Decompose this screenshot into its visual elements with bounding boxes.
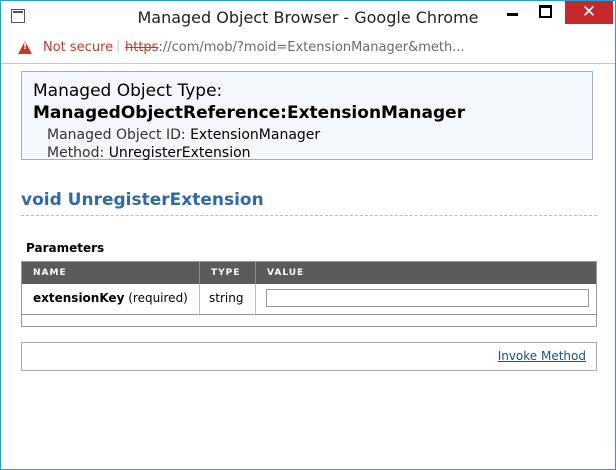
column-header-value: VALUE (267, 268, 305, 278)
cell-divider (199, 284, 200, 315)
param-qualifier: (required) (128, 291, 188, 305)
maximize-button[interactable] (529, 1, 561, 24)
invoke-method-link[interactable]: Invoke Method (498, 349, 586, 363)
security-indicator[interactable]: Not secure (43, 40, 113, 55)
mo-id-line: Managed Object ID: ExtensionManager (47, 127, 320, 143)
column-header-name: NAME (33, 268, 67, 278)
mo-method-label: Method: (47, 145, 105, 161)
close-button[interactable]: ✕ (565, 1, 613, 24)
column-header-type: TYPE (211, 268, 241, 278)
divider (21, 215, 597, 216)
address-bar[interactable]: Not secure | https://com/mob/?moid=Exten… (1, 33, 615, 64)
mo-id-label: Managed Object ID: (47, 127, 186, 143)
param-name: extensionKey (33, 291, 125, 305)
browser-window: Managed Object Browser - Google Chrome ✕… (0, 0, 616, 470)
page-content: Managed Object Type: ManagedObjectRefere… (1, 64, 615, 469)
table-header: NAME TYPE VALUE (22, 262, 596, 284)
minimize-button[interactable] (497, 1, 529, 24)
param-type: string (209, 291, 244, 305)
mo-type-label: Managed Object Type: (33, 81, 223, 101)
method-signature: void UnregisterExtension (21, 190, 264, 210)
parameters-heading: Parameters (26, 241, 105, 255)
cell-divider (255, 284, 256, 315)
address-separator: | (116, 39, 121, 54)
url-scheme: https (125, 40, 159, 55)
mo-id-value: ExtensionManager (190, 127, 321, 143)
title-bar: Managed Object Browser - Google Chrome ✕ (1, 1, 615, 33)
invoke-panel: Invoke Method (21, 342, 597, 371)
mo-method-line: Method: UnregisterExtension (47, 145, 251, 161)
managed-object-header: Managed Object Type: ManagedObjectRefere… (21, 71, 593, 161)
column-divider (255, 262, 256, 284)
mo-method-value: UnregisterExtension (108, 145, 251, 161)
param-name-cell: extensionKey (required) (33, 291, 188, 305)
window-title: Managed Object Browser - Google Chrome (137, 8, 479, 27)
parameters-table: NAME TYPE VALUE extensionKey (required) … (21, 261, 597, 327)
column-divider (199, 262, 200, 284)
url-text[interactable]: https://com/mob/?moid=ExtensionManager&m… (125, 40, 465, 55)
close-icon: ✕ (581, 2, 597, 22)
url-path: ://com/mob/?moid=ExtensionManager&meth..… (158, 40, 465, 55)
warning-icon (18, 41, 32, 54)
extension-key-input[interactable] (266, 289, 589, 307)
table-row: extensionKey (required) string (22, 284, 596, 315)
mo-type-value: ManagedObjectReference:ExtensionManager (33, 103, 466, 123)
